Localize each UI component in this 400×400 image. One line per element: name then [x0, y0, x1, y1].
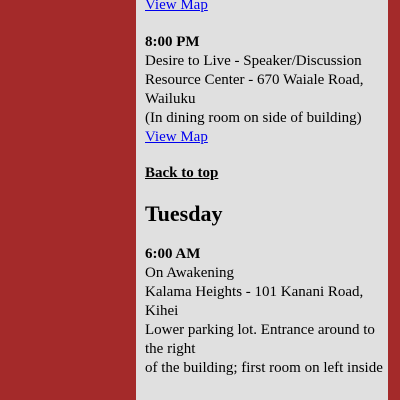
view-map-link[interactable]: View Map [145, 128, 208, 147]
meeting-time: 6:00 AM [145, 246, 201, 262]
left-border-band [0, 0, 136, 400]
meeting-entry: 6:00 AM On Awakening Kalama Heights - 10… [145, 245, 385, 378]
meeting-address: Resource Center - 670 Waiale Road, Wailu… [145, 72, 364, 107]
meeting-title: On Awakening [145, 265, 235, 281]
back-to-top-link[interactable]: Back to top [145, 164, 218, 183]
meeting-note: of the building; first room on left insi… [145, 360, 383, 376]
meeting-entry: 8:00 PM Desire to Live - Speaker/Discuss… [145, 33, 385, 147]
meeting-address: Kalama Heights - 101 Kanani Road, Kihei [145, 284, 364, 319]
view-map-link[interactable]: View Map [145, 0, 208, 15]
schedule-list: View Map 8:00 PM Desire to Live - Speake… [145, 0, 385, 378]
meeting-title: Desire to Live - Speaker/Discussion [145, 53, 362, 69]
right-border-band [388, 0, 400, 400]
meeting-time: 8:00 PM [145, 34, 200, 50]
schedule-panel: View Map 8:00 PM Desire to Live - Speake… [136, 0, 388, 400]
meeting-note: Lower parking lot. Entrance around to th… [145, 322, 375, 357]
day-heading-tuesday: Tuesday [145, 201, 223, 226]
meeting-note: (In dining room on side of building) [145, 110, 362, 126]
